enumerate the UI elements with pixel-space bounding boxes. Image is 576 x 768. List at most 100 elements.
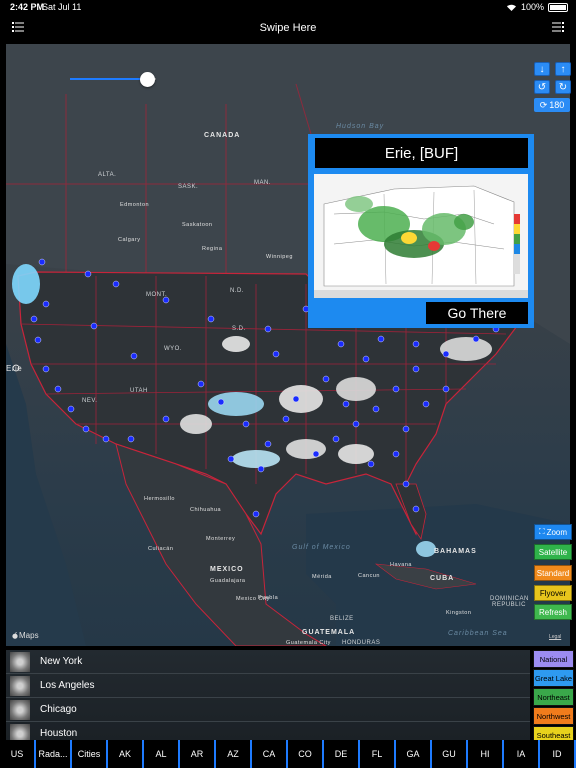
map-label-mont: MONT. xyxy=(146,292,168,298)
tab-4[interactable]: AL xyxy=(144,740,180,768)
map-label-bahamas: BAHAMAS xyxy=(434,548,477,555)
map-mode-label: Satellite xyxy=(538,547,568,557)
list-item[interactable]: Houston xyxy=(6,722,530,740)
map-mode-button[interactable]: ⛶ Zoom xyxy=(534,524,572,540)
map-label-calgary: Calgary xyxy=(118,237,141,243)
battery-icon xyxy=(548,2,568,12)
map-mode-button[interactable]: Satellite xyxy=(534,544,572,560)
map-label-monterrey: Monterrey xyxy=(206,536,236,542)
map-label-winnipeg: Winnipeg xyxy=(266,254,293,260)
tab-label: CA xyxy=(262,749,276,759)
refresh-cycle-icon: ⟳ xyxy=(539,99,548,110)
tab-1[interactable]: Rada... xyxy=(36,740,72,768)
battery-percent: 100% xyxy=(520,2,544,12)
list-item[interactable]: New York xyxy=(6,650,530,674)
map-label-puebla: Puebla xyxy=(258,595,279,601)
zoom-frame-icon: ⛶ xyxy=(538,527,545,536)
map-mode-label: Refresh xyxy=(538,607,567,617)
tab-14[interactable]: IA xyxy=(504,740,540,768)
tab-7[interactable]: CA xyxy=(252,740,288,768)
tab-label: AR xyxy=(190,749,204,759)
tab-10[interactable]: FL xyxy=(360,740,396,768)
region-label: Great Lake xyxy=(534,673,573,683)
map-mode-button[interactable]: Flyover xyxy=(534,585,572,601)
arrow-up-icon[interactable]: ↑ xyxy=(555,62,571,76)
go-there-button[interactable]: Go There xyxy=(426,302,528,324)
slider-thumb[interactable] xyxy=(140,72,156,87)
tab-6[interactable]: AZ xyxy=(216,740,252,768)
tab-9[interactable]: DE xyxy=(324,740,360,768)
status-time: 2:42 PM xyxy=(10,2,45,12)
map-label-caribbean: Caribbean Sea xyxy=(448,630,508,637)
tab-label: HI xyxy=(480,749,490,759)
popup-title: Erie, [BUF] xyxy=(315,138,528,168)
map-label-regina: Regina xyxy=(202,246,223,252)
tab-15[interactable]: ID xyxy=(540,740,576,768)
tab-11[interactable]: GA xyxy=(396,740,432,768)
city-thumbnail xyxy=(10,652,30,672)
map-label-honduras: HONDURAS xyxy=(342,640,381,646)
map-label-republic: REPUBLIC xyxy=(492,602,527,608)
city-name: Chicago xyxy=(40,704,77,715)
map-label-belize: BELIZE xyxy=(330,616,354,622)
map-label-sask: SASK. xyxy=(178,184,199,190)
list-item[interactable]: Los Angeles xyxy=(6,674,530,698)
status-date: Sat Jul 11 xyxy=(42,2,82,12)
map-label-culiacan: Culiacán xyxy=(148,546,174,552)
rotate-180-label: 180 xyxy=(549,100,565,110)
tab-12[interactable]: GU xyxy=(432,740,468,768)
map-label-chihuahua: Chihuahua xyxy=(190,507,222,513)
rotate-left-icon[interactable]: ↺ xyxy=(534,80,550,94)
map-label-cuba: CUBA xyxy=(430,575,455,582)
city-thumbnail xyxy=(10,676,30,696)
map-label-mexico: MEXICO xyxy=(210,566,244,573)
arrow-down-icon[interactable]: ↓ xyxy=(534,62,550,76)
region-button[interactable]: Northeast xyxy=(533,688,574,706)
map-label-canada: CANADA xyxy=(204,132,241,139)
city-list[interactable]: New York Los Angeles Chicago Houston xyxy=(6,650,530,740)
nav-title[interactable]: Swipe Here xyxy=(0,22,576,34)
region-label: Southeast xyxy=(536,730,571,740)
rotate-right-icon[interactable]: ↻ xyxy=(555,80,571,94)
region-label: Northeast xyxy=(537,692,570,702)
map-mode-button[interactable]: Refresh xyxy=(534,604,572,620)
region-label: National xyxy=(539,654,568,664)
region-button[interactable]: Northwest xyxy=(533,707,574,725)
city-thumbnail xyxy=(10,724,30,740)
tab-label: GA xyxy=(406,749,420,759)
tab-label: GU xyxy=(442,749,456,759)
list-menu-icon[interactable] xyxy=(552,22,564,32)
tab-5[interactable]: AR xyxy=(180,740,216,768)
map-label-erie: Erie xyxy=(6,364,23,373)
region-button[interactable]: National xyxy=(533,650,574,668)
tab-0[interactable]: US xyxy=(0,740,36,768)
city-thumbnail xyxy=(10,700,30,720)
rotate-180-button[interactable]: ⟳ 180 xyxy=(534,98,570,112)
tab-3[interactable]: AK xyxy=(108,740,144,768)
map-mode-label: Standard xyxy=(536,568,570,578)
map-label-wyo: WYO. xyxy=(164,346,182,352)
tab-label: AL xyxy=(155,749,167,759)
legal-link[interactable]: Legal xyxy=(549,634,561,640)
tab-label: ID xyxy=(552,749,562,759)
map-label-merida: Mérida xyxy=(312,574,332,580)
tab-13[interactable]: HI xyxy=(468,740,504,768)
tab-8[interactable]: CO xyxy=(288,740,324,768)
map-label-kingston: Kingston xyxy=(446,610,472,616)
map-label-hermosillo: Hermosillo xyxy=(144,496,175,502)
list-item[interactable]: Chicago xyxy=(6,698,530,722)
map-label-sd: S.D. xyxy=(232,326,246,332)
tab-label: FL xyxy=(371,749,383,759)
radar-preview-image[interactable] xyxy=(314,174,528,298)
opacity-slider[interactable] xyxy=(70,72,160,87)
region-label: Northwest xyxy=(536,711,571,721)
map-label-guatemala: GUATEMALA xyxy=(302,629,356,636)
tab-label: IA xyxy=(516,749,526,759)
map-mode-button[interactable]: Standard xyxy=(534,565,572,581)
nav-bar: Swipe Here xyxy=(0,14,576,44)
tab-2[interactable]: Cities xyxy=(72,740,108,768)
status-bar: 2:42 PM Sat Jul 11 100% xyxy=(0,0,576,14)
tab-label: Cities xyxy=(77,749,101,759)
region-button[interactable]: Great Lake xyxy=(533,669,574,687)
maps-label: Maps xyxy=(19,631,39,640)
